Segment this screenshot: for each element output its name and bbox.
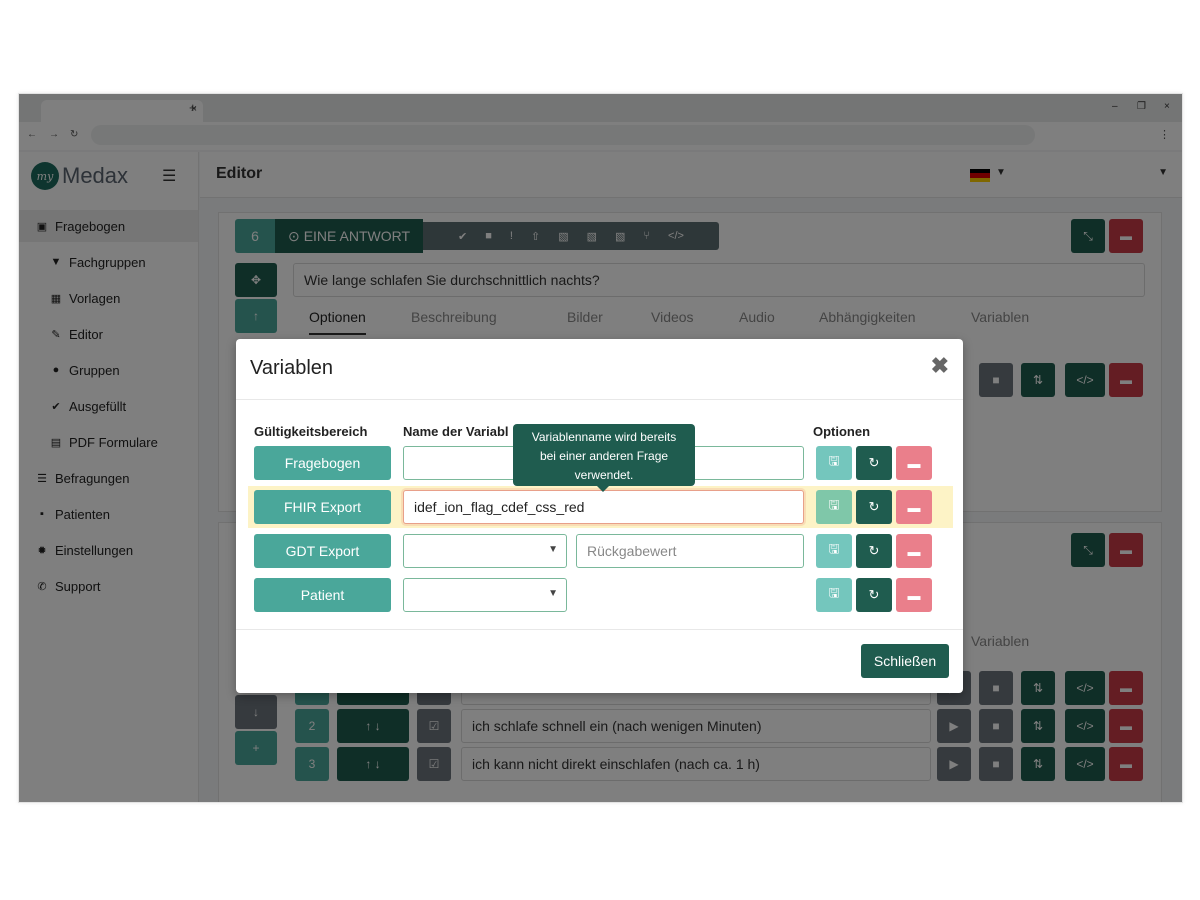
variable-name-input[interactable]: idef_ion_flag_cdef_css_red	[403, 490, 804, 524]
variablen-modal: Variablen ✖ Gültigkeitsbereich Name der …	[236, 339, 963, 693]
trash-icon[interactable]: ▬	[896, 578, 932, 612]
scope-button[interactable]: GDT Export	[254, 534, 391, 568]
variable-select[interactable]: ▼	[403, 534, 567, 568]
close-icon[interactable]: ✖	[931, 353, 949, 379]
return-value-placeholder: Rückgabewert	[587, 543, 677, 559]
column-header-name: Name der Variabl	[403, 424, 509, 439]
save-icon[interactable]: 🖫	[816, 446, 852, 480]
reset-icon[interactable]: ↻	[856, 490, 892, 524]
variable-select[interactable]: ▼	[403, 578, 567, 612]
tooltip-line: bei einer anderen Frage	[539, 449, 669, 463]
save-icon[interactable]: 🖫	[816, 534, 852, 568]
return-value-input[interactable]: Rückgabewert	[576, 534, 804, 568]
trash-icon[interactable]: ▬	[896, 534, 932, 568]
trash-icon[interactable]: ▬	[896, 446, 932, 480]
browser-window: × + – ❐ × ← → ↻ ⋮ my Medax ☰ ▣ Frageboge…	[18, 93, 1183, 803]
trash-icon[interactable]: ▬	[896, 490, 932, 524]
reset-icon[interactable]: ↻	[856, 578, 892, 612]
tooltip-line: Variablenname wird bereits	[531, 430, 677, 444]
scope-button[interactable]: Fragebogen	[254, 446, 391, 480]
duplicate-name-tooltip: Variablenname wird bereits bei einer and…	[513, 424, 695, 492]
save-icon[interactable]: 🖫	[816, 578, 852, 612]
save-icon[interactable]: 🖫	[816, 490, 852, 524]
tooltip-line: verwendet.	[574, 468, 634, 482]
variable-row-fhir-export: FHIR Export idef_ion_flag_cdef_css_red 🖫…	[248, 486, 953, 528]
reset-icon[interactable]: ↻	[856, 534, 892, 568]
column-header-options: Optionen	[813, 424, 871, 439]
modal-footer: Schließen	[236, 629, 963, 693]
scope-button[interactable]: FHIR Export	[254, 490, 391, 524]
modal-title: Variablen	[250, 357, 334, 379]
variable-row-patient: Patient ▼ 🖫 ↻ ▬	[248, 574, 953, 616]
chevron-down-icon: ▼	[548, 588, 558, 599]
modal-header: Variablen ✖	[236, 339, 963, 400]
variable-row-gdt-export: GDT Export ▼ Rückgabewert 🖫 ↻ ▬	[248, 530, 953, 572]
column-header-scope: Gültigkeitsbereich	[254, 424, 368, 439]
reset-icon[interactable]: ↻	[856, 446, 892, 480]
close-button[interactable]: Schließen	[861, 644, 949, 678]
chevron-down-icon: ▼	[548, 544, 558, 555]
scope-button[interactable]: Patient	[254, 578, 391, 612]
